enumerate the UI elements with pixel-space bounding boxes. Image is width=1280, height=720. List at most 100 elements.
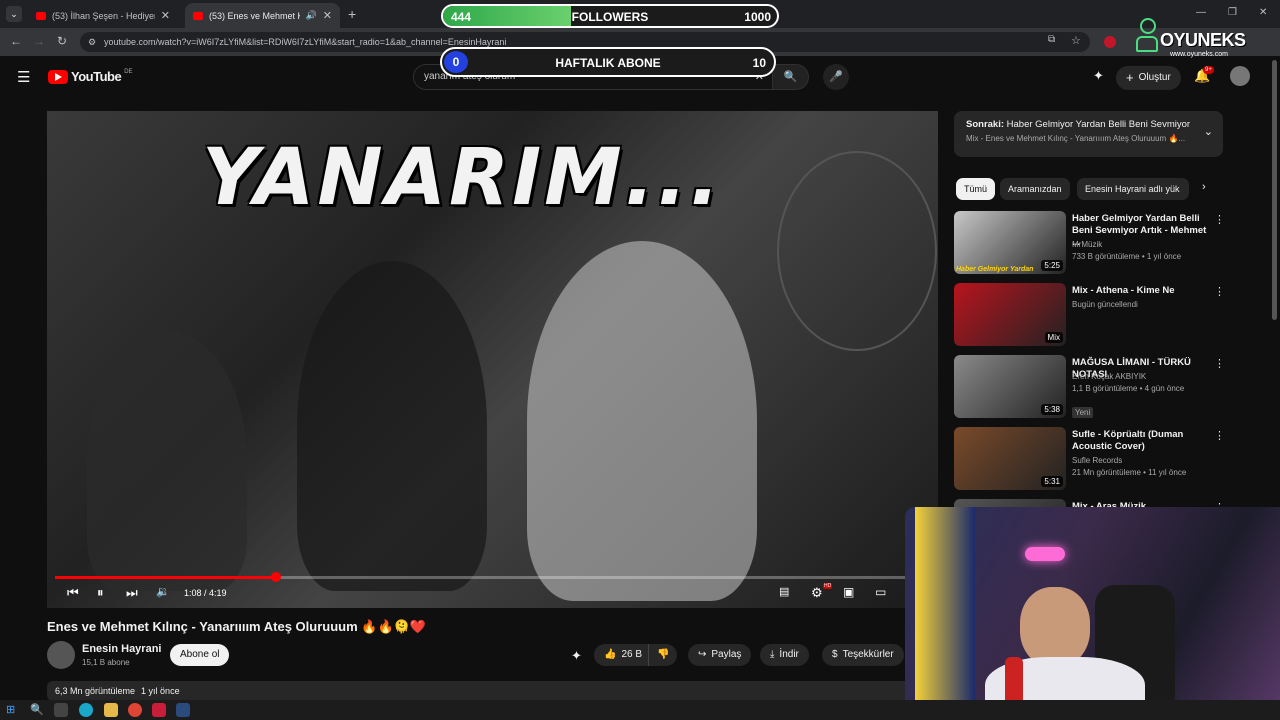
close-tab-icon[interactable]: ✕ — [161, 9, 170, 22]
video-player[interactable]: YANARIM... ⏮ ⏸ ⏭ 🔉 1:08 / 4:19 ▤ ⚙ HD ▣ … — [47, 111, 938, 608]
video-figure — [527, 241, 757, 601]
webcam-overlay — [905, 507, 1280, 720]
youtube-favicon-icon — [36, 11, 46, 20]
next-icon[interactable]: ⏭ — [126, 585, 138, 601]
voice-search-button[interactable]: 🎤 — [823, 64, 849, 90]
chrome-icon[interactable] — [128, 703, 142, 717]
weekly-goal: 10 — [752, 56, 766, 70]
previous-icon[interactable]: ⏮ — [67, 585, 79, 601]
webcam-neon-light — [1025, 547, 1065, 561]
tab-list-button[interactable]: ⌄ — [6, 6, 22, 22]
related-video-item[interactable]: Haber Gelmiyor Yardan 5:25 Haber Gelmiyo… — [954, 211, 1229, 275]
youtube-logo[interactable]: YouTube DE — [48, 69, 133, 84]
seek-handle[interactable] — [271, 572, 281, 582]
microphone-icon: 🎤 — [829, 71, 843, 83]
share-icon: ↪ — [698, 649, 707, 660]
seek-bar[interactable] — [55, 572, 905, 582]
related-video-title[interactable]: Mix - Athena - Kime Ne — [1072, 285, 1212, 297]
search-icon[interactable]: 🔍 — [30, 703, 44, 717]
more-options-icon[interactable]: ⋮ — [1214, 285, 1225, 298]
volume-icon[interactable]: 🔉 — [156, 585, 170, 598]
related-video-title[interactable]: Sufle - Köprüaltı (Duman Acoustic Cover) — [1072, 429, 1212, 453]
windows-start-icon[interactable]: ⊞ — [6, 703, 20, 717]
subscribe-button[interactable]: Abone ol — [170, 644, 230, 666]
pause-icon[interactable]: ⏸ — [97, 585, 104, 601]
cast-icon[interactable]: ✦ — [1093, 68, 1104, 84]
video-thumbnail[interactable]: Mix — [954, 283, 1066, 346]
download-label: İndir — [779, 649, 799, 660]
webcam-streamer-head — [1020, 587, 1090, 667]
back-icon[interactable]: ← — [10, 34, 22, 48]
related-video-channel: Eren Koçak AKBIYIK — [1072, 372, 1147, 381]
file-explorer-icon[interactable] — [104, 703, 118, 717]
forward-icon[interactable]: → — [33, 34, 45, 48]
subtitles-icon[interactable]: ▤ — [779, 585, 789, 598]
channel-avatar[interactable] — [47, 641, 75, 669]
video-thumbnail[interactable]: 5:38 — [954, 355, 1066, 418]
search-icon: 🔍 — [783, 71, 798, 83]
theater-mode-icon[interactable]: ▭ — [875, 585, 886, 599]
miniplayer-icon[interactable]: ▣ — [843, 585, 854, 599]
youtube-wordmark: YouTube — [71, 69, 122, 84]
video-thumbnail[interactable]: 5:31 — [954, 427, 1066, 490]
video-figure — [297, 261, 487, 591]
browser-tab-active[interactable]: (53) Enes ve Mehmet Kılınç 🔊 ✕ — [185, 3, 340, 28]
like-button[interactable]: 👍 26 B — [594, 644, 651, 666]
close-tab-icon[interactable]: ✕ — [323, 9, 332, 22]
app-icon[interactable] — [152, 703, 166, 717]
related-video-item[interactable]: 5:31 Sufle - Köprüaltı (Duman Acoustic C… — [954, 427, 1229, 491]
related-video-item[interactable]: Mix Mix - Athena - Kime Ne Bugün güncell… — [954, 283, 1229, 347]
duration-badge: 5:31 — [1041, 476, 1063, 487]
menu-icon[interactable]: ☰ — [17, 68, 30, 86]
description-box[interactable]: 6,3 Mn görüntüleme 1 yıl önce — [47, 681, 937, 701]
edge-icon[interactable] — [79, 703, 93, 717]
bookmark-star-icon[interactable]: ☆ — [1071, 34, 1081, 47]
chip-from-search[interactable]: Aramanızdan — [1000, 178, 1070, 200]
settings-gear-icon[interactable]: ⚙ — [811, 585, 823, 601]
more-options-icon[interactable]: ⋮ — [1214, 429, 1225, 442]
thanks-button[interactable]: $ Teşekkürler — [822, 644, 904, 666]
share-button[interactable]: ↪ Paylaş — [688, 644, 752, 666]
up-next-card[interactable]: Sonraki: Haber Gelmiyor Yardan Belli Ben… — [954, 111, 1223, 157]
create-button[interactable]: + Oluştur — [1116, 66, 1181, 90]
maximize-icon[interactable]: ❐ — [1228, 7, 1237, 18]
video-overlay-title: YANARIM... — [202, 133, 723, 223]
more-options-icon[interactable]: ⋮ — [1214, 213, 1225, 226]
close-window-icon[interactable]: ✕ — [1259, 7, 1267, 18]
page-scrollbar[interactable] — [1272, 60, 1277, 320]
dislike-button[interactable]: 👎 — [648, 644, 678, 666]
reload-icon[interactable]: ↻ — [57, 34, 67, 48]
up-next-label: Sonraki: — [966, 119, 1005, 130]
related-video-channel: Bugün güncellendi — [1072, 300, 1138, 309]
site-info-icon[interactable]: ⚙ — [88, 32, 96, 52]
speaker-icon[interactable]: 🔊 — [306, 10, 317, 21]
related-video-item[interactable]: 5:38 MAĞUSA LİMANI - TÜRKÜ NOTASI Eren K… — [954, 355, 1229, 419]
related-video-meta: 21 Mn görüntüleme • 11 yıl önce — [1072, 468, 1187, 477]
mascot-icon — [1136, 18, 1160, 54]
tab-title: (53) İlhan Şeşen - Hediyem (Al… — [52, 10, 155, 21]
extension-icon[interactable] — [1104, 36, 1116, 48]
install-icon[interactable]: ⧉ — [1048, 34, 1055, 45]
channel-name[interactable]: Enesin Hayrani — [82, 643, 161, 655]
browser-tab[interactable]: (53) İlhan Şeşen - Hediyem (Al… ✕ — [28, 3, 178, 28]
steam-icon[interactable] — [176, 703, 190, 717]
new-badge: Yeni — [1072, 407, 1094, 418]
ai-assist-icon[interactable]: ✦ — [571, 648, 582, 664]
chip-all[interactable]: Tümü — [956, 178, 996, 200]
task-view-icon[interactable] — [54, 703, 68, 717]
chevron-down-icon[interactable]: ⌄ — [1204, 125, 1213, 138]
chevron-right-icon[interactable]: › — [1202, 181, 1206, 193]
youtube-play-icon — [48, 69, 68, 84]
chip-channel-uploads[interactable]: Enesin Hayrani adlı yük — [1077, 178, 1189, 200]
new-tab-icon[interactable]: + — [348, 6, 356, 22]
followers-goal: 1000 — [744, 10, 771, 24]
more-options-icon[interactable]: ⋮ — [1214, 357, 1225, 370]
up-next-subtitle: Mix - Enes ve Mehmet Kılınç - Yanarıııım… — [966, 134, 1186, 143]
search-button[interactable]: 🔍 — [773, 64, 809, 90]
video-thumbnail[interactable]: Haber Gelmiyor Yardan 5:25 — [954, 211, 1066, 274]
avatar[interactable] — [1230, 66, 1250, 86]
taskbar: ⊞ 🔍 — [0, 700, 1280, 720]
window-controls: — ❐ ✕ — [1196, 7, 1267, 18]
download-button[interactable]: ⤓ İndir — [760, 644, 809, 666]
minimize-icon[interactable]: — — [1196, 7, 1206, 18]
